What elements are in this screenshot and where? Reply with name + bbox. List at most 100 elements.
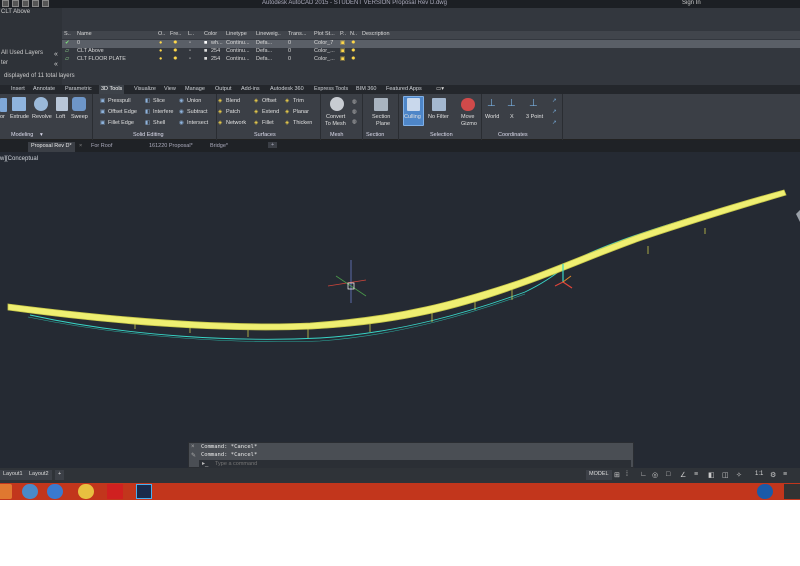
model-space-toggle[interactable]: MODEL <box>586 470 612 480</box>
explorer-icon[interactable] <box>22 484 38 499</box>
offset-button[interactable]: Offset <box>262 98 277 104</box>
col-newvp[interactable]: N.. <box>350 31 357 37</box>
sun-icon[interactable]: ✹ <box>173 40 178 46</box>
col-lock[interactable]: L.. <box>188 31 194 37</box>
doc-tab-bridge[interactable]: Bridge* <box>210 143 228 149</box>
no-filter-icon[interactable] <box>432 98 446 111</box>
bulb-icon[interactable]: ● <box>159 56 162 62</box>
panel-section[interactable]: Section <box>366 132 384 140</box>
mesh-option-icon-2[interactable]: ◍ <box>352 109 357 115</box>
blend-button[interactable]: Blend <box>226 98 240 104</box>
offset-edge-button[interactable]: Offset Edge <box>108 109 137 115</box>
printer-icon[interactable]: ▣ <box>340 40 345 46</box>
loft-icon[interactable] <box>56 97 68 111</box>
x-label[interactable]: X <box>510 114 514 120</box>
tab-parametric[interactable]: Parametric <box>65 86 92 92</box>
transparency-icon[interactable]: ◧ <box>708 471 715 479</box>
selection-cycling-icon[interactable]: ◫ <box>722 471 729 479</box>
color-swatch-icon[interactable]: ■ <box>204 40 207 46</box>
sign-in[interactable]: Sign In <box>682 0 701 6</box>
panel-modeling[interactable]: Modeling <box>11 132 33 140</box>
layer-row[interactable]: ▱ CLT Above ● ✹ ▫ ■ 254 Continu... Defa.… <box>62 48 800 56</box>
convert-to-mesh-icon[interactable] <box>330 97 344 111</box>
panel-selection[interactable]: Selection <box>430 132 453 140</box>
otrack-icon[interactable]: ∠ <box>680 471 686 479</box>
save-icon[interactable] <box>22 0 29 7</box>
color-swatch-icon[interactable]: ■ <box>204 56 207 62</box>
new-icon[interactable] <box>2 0 9 7</box>
thicken-button[interactable]: Thicken <box>293 120 312 126</box>
bulb-icon[interactable]: ● <box>159 40 162 46</box>
col-freeze[interactable]: Fre.. <box>170 31 181 37</box>
command-input[interactable] <box>199 460 631 468</box>
shell-button[interactable]: Shell <box>153 120 165 126</box>
ucs-option-icon[interactable]: ↗ <box>552 98 557 104</box>
tab-featured-apps[interactable]: Featured Apps <box>386 86 422 92</box>
ortho-icon[interactable]: ∟ <box>640 471 647 478</box>
fillet-button[interactable]: Fillet <box>262 120 274 126</box>
col-on[interactable]: O.. <box>158 31 165 37</box>
panel-solid-editing[interactable]: Solid Editing <box>133 132 164 140</box>
box-icon[interactable] <box>0 98 7 112</box>
color-swatch-icon[interactable]: ■ <box>204 48 207 54</box>
start-icon[interactable] <box>0 484 12 499</box>
ucs-option-icon-2[interactable]: ↗ <box>552 109 557 115</box>
tab-autodesk-360[interactable]: Autodesk 360 <box>270 86 304 92</box>
autocad-icon[interactable] <box>107 484 123 499</box>
printer-icon[interactable]: ▣ <box>340 56 345 62</box>
newvp-icon[interactable]: ✹ <box>351 56 356 62</box>
tab-output[interactable]: Output <box>215 86 232 92</box>
revolve-icon[interactable] <box>34 97 48 111</box>
chrome-icon[interactable] <box>78 484 94 499</box>
bridge-model[interactable] <box>0 152 800 468</box>
union-button[interactable]: Union <box>187 98 201 104</box>
col-transparency[interactable]: Trans... <box>288 31 306 37</box>
filter-all-used[interactable]: All Used Layers <box>1 50 43 56</box>
subtract-button[interactable]: Subtract <box>187 109 207 115</box>
close-icon[interactable]: × <box>191 444 195 450</box>
planar-button[interactable]: Planar <box>293 109 309 115</box>
filter-item[interactable]: ter <box>1 60 8 66</box>
tab-annotate[interactable]: Annotate <box>33 86 55 92</box>
settings-icon[interactable]: ✎ <box>191 452 196 459</box>
sweep-button[interactable]: Sweep <box>71 114 88 120</box>
gizmo-label[interactable]: Gizmo <box>461 121 477 127</box>
tab-manage[interactable]: Manage <box>185 86 205 92</box>
ribbon-toggle-icon[interactable]: ▭▾ <box>436 86 444 92</box>
printer-icon[interactable]: ▣ <box>340 48 345 54</box>
no-filter-label[interactable]: No Filter <box>428 114 449 120</box>
add-layout-icon[interactable]: + <box>55 470 65 480</box>
network-button[interactable]: Network <box>226 120 246 126</box>
print-icon[interactable] <box>42 0 49 7</box>
tab-3d-tools[interactable]: 3D Tools <box>99 85 125 94</box>
customize-icon[interactable]: ≡ <box>783 471 787 478</box>
world-label[interactable]: World <box>485 114 499 120</box>
col-lineweight[interactable]: Lineweig.. <box>256 31 281 37</box>
lock-icon[interactable]: ▫ <box>189 56 191 62</box>
col-name[interactable]: Name <box>77 31 92 37</box>
layer-row[interactable]: ▱ CLT FLOOR PLATE ● ✹ ▫ ■ 254 Continu...… <box>62 56 800 64</box>
move-label[interactable]: Move <box>461 114 474 120</box>
tab-bim-360[interactable]: BIM 360 <box>356 86 376 92</box>
panel-mesh[interactable]: Mesh <box>330 132 343 140</box>
move-gizmo-icon[interactable] <box>461 98 475 111</box>
tab-view[interactable]: View <box>164 86 176 92</box>
osnap-icon[interactable]: □ <box>666 471 670 478</box>
lock-icon[interactable]: ▫ <box>189 48 191 54</box>
annotation-scale[interactable]: 1:1 <box>755 471 763 477</box>
culling-label[interactable]: Culling <box>404 114 421 120</box>
col-linetype[interactable]: Linetype <box>226 31 247 37</box>
newvp-icon[interactable]: ✹ <box>351 40 356 46</box>
col-plot[interactable]: P.. <box>340 31 346 37</box>
ie-icon[interactable] <box>47 484 63 499</box>
loft-button[interactable]: Loft <box>56 114 65 120</box>
col-color[interactable]: Color <box>204 31 217 37</box>
layer-row[interactable]: ✔ 0 ● ✹ ▫ ■ wh... Continu... Defa... 0 C… <box>62 40 800 48</box>
panel-coordinates[interactable]: Coordinates <box>498 132 528 140</box>
snap-icon[interactable]: ⁞ <box>626 471 628 478</box>
tab-insert[interactable]: Insert <box>11 86 25 92</box>
interfere-button[interactable]: Interfere <box>153 109 173 115</box>
drawing-viewport[interactable]: w][Conceptual <box>0 152 800 468</box>
fillet-edge-button[interactable]: Fillet Edge <box>108 120 134 126</box>
sun-icon[interactable]: ✹ <box>173 56 178 62</box>
